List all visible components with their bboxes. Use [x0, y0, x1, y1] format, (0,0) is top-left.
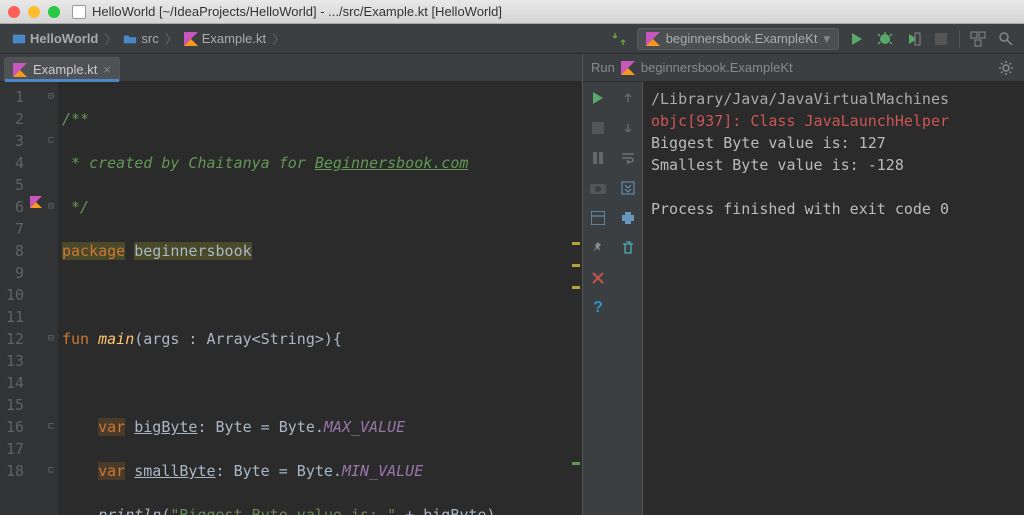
folder-icon — [123, 32, 137, 46]
run-configuration-selector[interactable]: beginnersbook.ExampleKt ▾ — [637, 28, 839, 50]
run-console-toolbar — [613, 82, 643, 515]
fold-toggle[interactable]: ⊟ — [44, 86, 58, 108]
window-title: HelloWorld [~/IdeaProjects/HelloWorld] -… — [92, 4, 502, 19]
fold-toggle[interactable]: ⊟ — [44, 328, 58, 350]
breadcrumb-folder[interactable]: src — [119, 29, 162, 48]
run-left-toolbar: ? — [583, 82, 613, 515]
gear-icon[interactable] — [996, 58, 1016, 78]
fold-toggle[interactable]: ⊟ — [44, 196, 58, 218]
toolbar-actions: beginnersbook.ExampleKt ▾ — [609, 28, 1016, 50]
chevron-right-icon: 〉 — [272, 29, 285, 48]
chevron-right-icon: 〉 — [165, 29, 178, 48]
main-toolbar: HelloWorld 〉 src 〉 Example.kt 〉 beginner… — [0, 24, 1024, 54]
window-titlebar: HelloWorld [~/IdeaProjects/HelloWorld] -… — [0, 0, 1024, 24]
layout-icon[interactable] — [588, 208, 608, 228]
breadcrumb-folder-label: src — [141, 31, 158, 46]
pin-icon[interactable] — [588, 238, 608, 258]
editor-pane: Example.kt × 123456789101112131415161718… — [0, 54, 582, 515]
line-number-gutter: 123456789101112131415161718 — [0, 82, 30, 515]
camera-icon[interactable] — [588, 178, 608, 198]
error-stripe-mark[interactable] — [572, 286, 580, 289]
run-header-title: Run — [591, 60, 615, 75]
fold-end[interactable]: ⊏ — [44, 130, 58, 152]
pause-button[interactable] — [588, 148, 608, 168]
console-line: objc[937]: Class JavaLaunchHelper — [651, 110, 1016, 132]
make-project-button[interactable] — [609, 29, 629, 49]
error-stripe-mark[interactable] — [572, 242, 580, 245]
breadcrumb-file-label: Example.kt — [202, 31, 266, 46]
help-icon[interactable]: ? — [588, 298, 608, 318]
project-icon — [12, 32, 26, 46]
breadcrumb-project[interactable]: HelloWorld — [8, 29, 102, 48]
search-button[interactable] — [996, 29, 1016, 49]
trash-icon[interactable] — [618, 238, 638, 258]
fold-end[interactable]: ⊏ — [44, 416, 58, 438]
close-tab-button[interactable]: × — [103, 62, 111, 77]
down-icon[interactable] — [618, 118, 638, 138]
run-button[interactable] — [847, 29, 867, 49]
wrap-icon[interactable] — [618, 148, 638, 168]
gutter-icons — [30, 82, 44, 515]
kotlin-file-icon — [184, 32, 198, 46]
editor-body[interactable]: 123456789101112131415161718 ⊟ ⊏ ⊟ ⊟ ⊏ — [0, 82, 582, 515]
editor-tab-label: Example.kt — [33, 62, 97, 77]
console-line: Process finished with exit code 0 — [651, 198, 1016, 220]
chevron-right-icon: 〉 — [104, 29, 117, 48]
console-line: Smallest Byte value is: -128 — [651, 154, 1016, 176]
fold-end[interactable]: ⊏ — [44, 460, 58, 482]
up-icon[interactable] — [618, 88, 638, 108]
kotlin-file-icon — [13, 63, 27, 77]
console-output[interactable]: /Library/Java/JavaVirtualMachines objc[9… — [643, 82, 1024, 515]
stop-run-button[interactable] — [588, 118, 608, 138]
console-line: Biggest Byte value is: 127 — [651, 132, 1016, 154]
main-area: Example.kt × 123456789101112131415161718… — [0, 54, 1024, 515]
print-icon[interactable] — [618, 208, 638, 228]
kotlin-config-icon — [646, 32, 660, 46]
breadcrumb: HelloWorld 〉 src 〉 Example.kt 〉 — [8, 29, 609, 48]
editor-tabs: Example.kt × — [0, 54, 582, 82]
maximize-window-button[interactable] — [48, 6, 60, 18]
console-line: /Library/Java/JavaVirtualMachines — [651, 88, 1016, 110]
dropdown-arrow-icon: ▾ — [823, 31, 830, 47]
breadcrumb-project-label: HelloWorld — [30, 31, 98, 46]
toolbar-separator — [959, 30, 960, 48]
project-structure-button[interactable] — [968, 29, 988, 49]
scroll-end-icon[interactable] — [618, 178, 638, 198]
fold-gutter: ⊟ ⊏ ⊟ ⊟ ⊏ ⊏ — [44, 82, 58, 515]
error-stripe-mark[interactable] — [572, 264, 580, 267]
editor-tab-example[interactable]: Example.kt × — [4, 57, 120, 81]
title-file-icon — [72, 5, 86, 19]
breadcrumb-file[interactable]: Example.kt — [180, 29, 270, 48]
minimize-window-button[interactable] — [28, 6, 40, 18]
rerun-button[interactable] — [588, 88, 608, 108]
run-header-config: beginnersbook.ExampleKt — [641, 60, 793, 75]
debug-button[interactable] — [875, 29, 895, 49]
code-area[interactable]: /** * created by Chaitanya for Beginners… — [58, 82, 582, 515]
coverage-button[interactable] — [903, 29, 923, 49]
window-controls — [8, 6, 60, 18]
close-run-button[interactable] — [588, 268, 608, 288]
run-tool-window: Run beginnersbook.ExampleKt ? — [582, 54, 1024, 515]
run-gutter-icon[interactable] — [30, 196, 44, 218]
run-configuration-label: beginnersbook.ExampleKt — [666, 31, 818, 46]
kotlin-config-icon — [621, 61, 635, 75]
run-header: Run beginnersbook.ExampleKt — [583, 54, 1024, 82]
stop-button[interactable] — [931, 29, 951, 49]
close-window-button[interactable] — [8, 6, 20, 18]
run-body: ? /Library/Java/JavaVirtualMachines objc… — [583, 82, 1024, 515]
error-stripe-mark[interactable] — [572, 462, 580, 465]
